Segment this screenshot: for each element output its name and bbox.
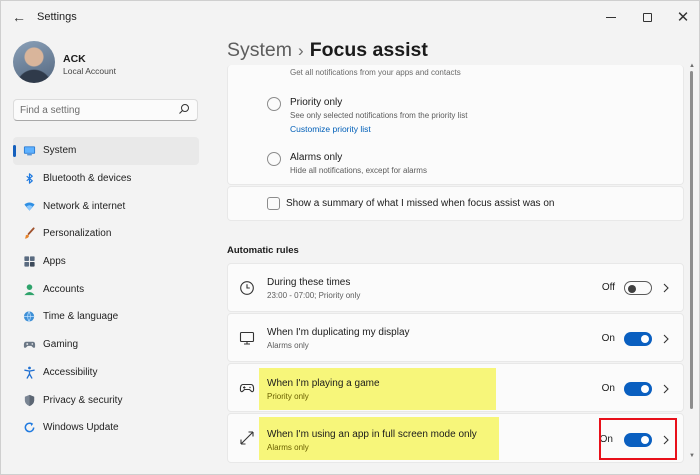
- brush-icon: [22, 227, 36, 241]
- toggle-state-label: On: [601, 383, 615, 394]
- priority-only-title: Priority only: [290, 97, 343, 108]
- account-type: Local Account: [63, 66, 116, 76]
- breadcrumb-parent[interactable]: System: [227, 39, 292, 61]
- rule-subtitle: Alarms only: [267, 341, 309, 350]
- sidebar-item-label: Accessibility: [43, 366, 98, 378]
- fullscreen-icon: [240, 431, 254, 445]
- chevron-right-icon[interactable]: [662, 384, 670, 394]
- toggle-knob: [641, 335, 649, 343]
- breadcrumb: System › Focus assist: [227, 39, 428, 62]
- playing-game-toggle[interactable]: [624, 382, 652, 396]
- rule-title: When I'm using an app in full screen mod…: [267, 429, 477, 440]
- sidebar-item-label: Bluetooth & devices: [43, 173, 132, 185]
- monitor-icon: [239, 331, 255, 345]
- rule-subtitle: 23:00 - 07:00; Priority only: [267, 291, 361, 300]
- wifi-icon: [22, 199, 36, 213]
- automatic-rules-heading: Automatic rules: [227, 245, 299, 256]
- alarms-only-radio[interactable]: [267, 152, 281, 166]
- sidebar-item-bluetooth[interactable]: Bluetooth & devices: [13, 165, 199, 193]
- rule-during-these-times[interactable]: During these times 23:00 - 07:00; Priori…: [227, 263, 684, 312]
- rule-subtitle: Priority only: [267, 392, 309, 401]
- update-icon: [22, 421, 36, 435]
- breadcrumb-separator: ›: [298, 41, 304, 60]
- summary-checkbox[interactable]: [267, 197, 280, 210]
- sidebar-item-system[interactable]: System: [13, 137, 199, 165]
- sidebar-item-network[interactable]: Network & internet: [13, 192, 199, 220]
- scroll-up-icon[interactable]: ▲: [689, 63, 695, 69]
- page-title: Focus assist: [309, 39, 428, 61]
- rule-title: During these times: [267, 277, 351, 288]
- account-header[interactable]: ACK Local Account: [13, 41, 213, 85]
- sidebar-item-accessibility[interactable]: Accessibility: [13, 359, 199, 387]
- account-name: ACK: [63, 53, 86, 65]
- app-title: Settings: [37, 11, 77, 23]
- maximize-button[interactable]: [629, 1, 665, 33]
- clipped-option-description: Get all notifications from your apps and…: [290, 68, 461, 77]
- minimize-icon: [606, 16, 616, 18]
- rule-playing-game[interactable]: When I'm playing a game Priority only On: [227, 363, 684, 412]
- sidebar-item-label: Network & internet: [43, 200, 126, 212]
- duplicating-display-toggle[interactable]: [624, 332, 652, 346]
- toggle-knob: [628, 284, 636, 293]
- globe-clock-icon: [22, 310, 36, 324]
- rule-title: When I'm duplicating my display: [267, 327, 410, 338]
- red-annotation-box: [599, 418, 677, 460]
- sidebar-nav: System Bluetooth & devices Network & int…: [13, 137, 199, 442]
- search-box: [13, 99, 198, 121]
- chevron-right-icon[interactable]: [662, 283, 670, 293]
- priority-only-description: See only selected notifications from the…: [290, 111, 468, 120]
- sidebar-item-label: Windows Update: [43, 422, 119, 434]
- rule-subtitle: Alarms only: [267, 443, 309, 452]
- minimize-button[interactable]: [593, 1, 629, 33]
- rule-duplicating-display[interactable]: When I'm duplicating my display Alarms o…: [227, 313, 684, 362]
- sidebar-item-apps[interactable]: Apps: [13, 248, 199, 276]
- sidebar-item-label: Apps: [43, 256, 66, 268]
- alarms-only-description: Hide all notifications, except for alarm…: [290, 166, 427, 175]
- toggle-knob: [641, 385, 649, 393]
- bluetooth-icon: [22, 172, 36, 186]
- sidebar-item-personalization[interactable]: Personalization: [13, 220, 199, 248]
- sidebar-item-privacy[interactable]: Privacy & security: [13, 386, 199, 414]
- alarms-only-title: Alarms only: [290, 152, 343, 163]
- close-icon: ✕: [676, 8, 690, 26]
- scroll-down-icon[interactable]: ▼: [689, 453, 695, 459]
- close-button[interactable]: ✕: [665, 1, 700, 33]
- back-arrow-icon[interactable]: ←: [11, 9, 27, 25]
- sidebar-item-gaming[interactable]: Gaming: [13, 331, 199, 359]
- during-these-times-toggle[interactable]: [624, 281, 652, 295]
- sidebar-item-label: Privacy & security: [43, 394, 123, 406]
- search-icon[interactable]: [178, 103, 190, 115]
- gamepad-icon: [239, 383, 255, 393]
- scrollbar-thumb[interactable]: [690, 71, 693, 409]
- maximize-icon: [642, 12, 652, 22]
- window-controls: ✕: [593, 1, 700, 33]
- summary-checkbox-label: Show a summary of what I missed when foc…: [286, 198, 555, 209]
- shield-icon: [22, 393, 36, 407]
- title-bar: ← Settings ✕: [1, 1, 700, 33]
- customize-priority-list-link[interactable]: Customize priority list: [290, 124, 371, 134]
- sidebar-item-label: Time & language: [43, 311, 119, 323]
- person-icon: [22, 282, 36, 296]
- priority-only-radio[interactable]: [267, 97, 281, 111]
- accessibility-icon: [22, 365, 36, 379]
- sidebar-item-windows-update[interactable]: Windows Update: [13, 414, 199, 442]
- search-input[interactable]: [14, 100, 164, 121]
- apps-icon: [22, 255, 36, 269]
- sidebar-item-time-language[interactable]: Time & language: [13, 303, 199, 331]
- sidebar-item-label: Personalization: [43, 228, 112, 240]
- sidebar-item-label: Gaming: [43, 339, 79, 351]
- rule-title: When I'm playing a game: [267, 378, 380, 389]
- toggle-state-label: On: [601, 333, 615, 344]
- chevron-right-icon[interactable]: [662, 334, 670, 344]
- gamepad-icon: [22, 338, 36, 352]
- highlight-annotation: [259, 368, 496, 410]
- avatar: [13, 41, 55, 83]
- system-display-icon: [22, 144, 36, 158]
- sidebar-item-label: System: [43, 145, 77, 157]
- toggle-state-label: Off: [601, 282, 615, 293]
- sidebar-item-accounts[interactable]: Accounts: [13, 275, 199, 303]
- clock-icon: [240, 281, 254, 295]
- sidebar-item-label: Accounts: [43, 283, 85, 295]
